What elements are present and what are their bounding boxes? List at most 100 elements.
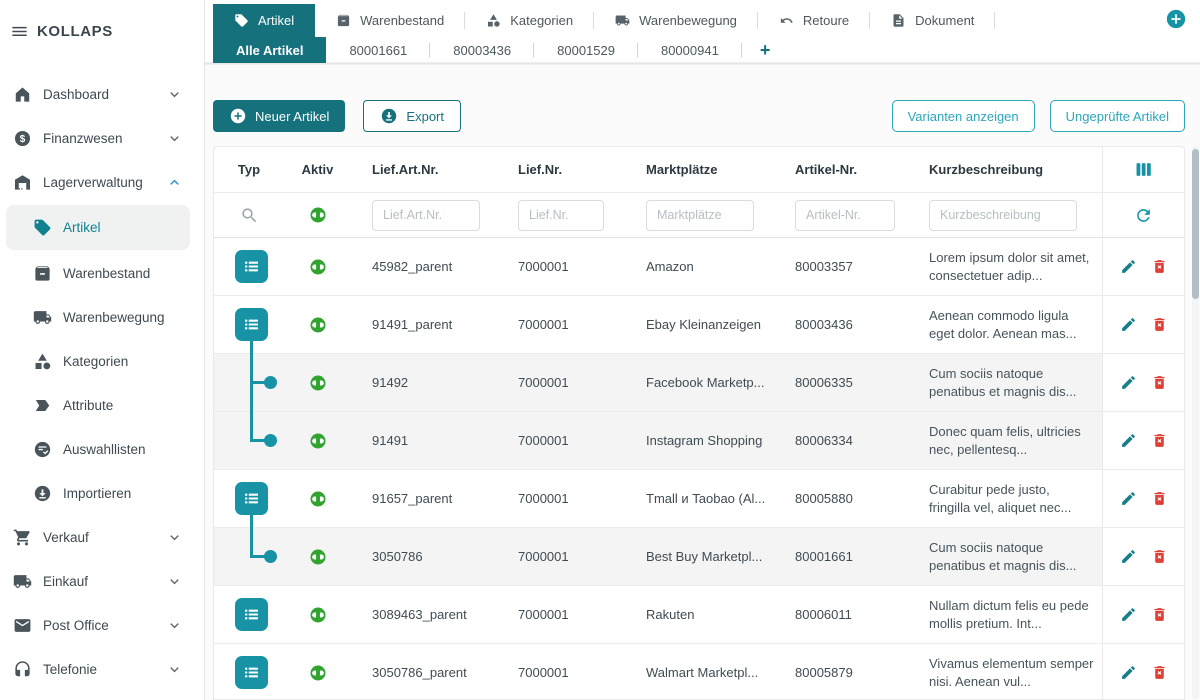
app-root: KOLLAPS Dashboard$FinanzwesenLagerverwal… (0, 0, 1200, 700)
trash-delete-icon (1151, 432, 1168, 449)
expand-variants-button[interactable] (235, 656, 268, 689)
sidebar-item-lagerverwaltung[interactable]: Lagerverwaltung (0, 160, 204, 204)
table-row: 3050786_parent7000001Walmart Marketpl...… (214, 644, 1184, 700)
delete-article-button[interactable] (1151, 606, 1168, 623)
edit-article-button[interactable] (1120, 606, 1137, 623)
sidebar-item-label: Attribute (63, 398, 113, 413)
tab-warenbestand[interactable]: Warenbestand (315, 4, 465, 37)
filter-artikel-nr-input[interactable] (795, 200, 895, 231)
cell-lief-art-nr: 3050786 (351, 548, 506, 566)
add-tab-button[interactable] (1165, 8, 1187, 30)
sidebar-item-warenbewegung[interactable]: Warenbewegung (0, 295, 204, 339)
table-header-row: TypAktivLief.Art.Nr.Lief.Nr.MarktplätzeA… (214, 147, 1184, 193)
pencil-icon (1120, 606, 1137, 623)
toolbar-left: Neuer Artikel Export (213, 100, 461, 132)
active-status-toggle[interactable] (309, 432, 327, 450)
sidebar-item-post-office[interactable]: Post Office (0, 603, 204, 647)
cell-value: 7000001 (518, 259, 569, 274)
tab-kategorien[interactable]: Kategorien (465, 4, 594, 37)
export-button[interactable]: Export (363, 100, 461, 132)
tab-retoure[interactable]: Retoure (758, 4, 870, 37)
edit-article-button[interactable] (1120, 432, 1137, 449)
active-status-toggle[interactable] (309, 548, 327, 566)
active-status-toggle[interactable] (309, 664, 327, 682)
filter-cell-artikel-nr (781, 200, 906, 231)
chevron-up-icon (162, 174, 186, 191)
filter-lief-nr-input[interactable] (518, 200, 604, 231)
filter-lief-art-nr-input[interactable] (372, 200, 480, 231)
delete-article-button[interactable] (1151, 374, 1168, 391)
column-settings-button[interactable] (1134, 160, 1153, 179)
cell-lief-nr: 7000001 (506, 606, 631, 624)
cell-value: 91657_parent (372, 491, 452, 506)
subtab-80000941[interactable]: 80000941 (638, 37, 742, 63)
sidebar-item-auswahllisten[interactable]: Auswahllisten (0, 427, 204, 471)
table-row: 91657_parent7000001Tmall и Taobao (Al...… (214, 470, 1184, 528)
trash-delete-icon (1151, 490, 1168, 507)
subtab-label: Alle Artikel (236, 43, 303, 58)
table-row: 914917000001Instagram Shopping80006334Do… (214, 412, 1184, 470)
active-status-toggle[interactable] (309, 490, 327, 508)
table-scrollbar[interactable] (1192, 146, 1199, 699)
edit-article-button[interactable] (1120, 548, 1137, 565)
sidebar-item-kategorien[interactable]: Kategorien (0, 339, 204, 383)
filter-cell-kurzbeschreibung (906, 200, 1102, 231)
delete-article-button[interactable] (1151, 490, 1168, 507)
edit-article-button[interactable] (1120, 374, 1137, 391)
add-article-tab-button[interactable]: + (742, 37, 789, 63)
edit-article-button[interactable] (1120, 316, 1137, 333)
sidebar-item-finanzwesen[interactable]: $Finanzwesen (0, 116, 204, 160)
sidebar-item-artikel[interactable]: Artikel (6, 205, 190, 250)
active-toggle-icon (309, 432, 327, 450)
delete-article-button[interactable] (1151, 258, 1168, 275)
chevron-down-icon (162, 86, 186, 103)
sidebar-item-dashboard[interactable]: Dashboard (0, 72, 204, 116)
new-article-button[interactable]: Neuer Artikel (213, 100, 345, 132)
delete-article-button[interactable] (1151, 432, 1168, 449)
sidebar-item-einkauf[interactable]: Einkauf (0, 559, 204, 603)
refresh-button[interactable] (1134, 206, 1153, 225)
expand-variants-button[interactable] (235, 250, 268, 283)
tab-dokument[interactable]: Dokument (870, 4, 995, 37)
sidebar-item-warenbestand[interactable]: Warenbestand (0, 251, 204, 295)
tab-artikel[interactable]: Artikel (213, 4, 315, 37)
sidebar-item-verkauf[interactable]: Verkauf (0, 515, 204, 559)
column-header-label: Marktplätze (646, 162, 718, 177)
filter-kurzbeschreibung-input[interactable] (929, 200, 1077, 231)
active-status-toggle[interactable] (309, 316, 327, 334)
cell-value: 7000001 (518, 375, 569, 390)
scrollbar-thumb[interactable] (1192, 149, 1199, 299)
filter-marktplatz-input[interactable] (646, 200, 754, 231)
delete-article-button[interactable] (1151, 316, 1168, 333)
cell-actions (1102, 296, 1184, 353)
active-toggle-icon (309, 316, 327, 334)
edit-article-button[interactable] (1120, 490, 1137, 507)
column-header-label: Artikel-Nr. (795, 162, 857, 177)
expand-variants-button[interactable] (235, 482, 268, 515)
show-variants-button[interactable]: Varianten anzeigen (892, 100, 1035, 132)
active-filter-toggle[interactable] (309, 206, 327, 224)
cell-kurzbeschreibung: Lorem ipsum dolor sit amet, consectetuer… (906, 249, 1102, 284)
active-status-toggle[interactable] (309, 374, 327, 392)
subtab-80001529[interactable]: 80001529 (534, 37, 638, 63)
trash-delete-icon (1151, 548, 1168, 565)
active-status-toggle[interactable] (309, 606, 327, 624)
subtab-80001661[interactable]: 80001661 (326, 37, 430, 63)
hamburger-menu-icon[interactable] (10, 22, 29, 41)
edit-article-button[interactable] (1120, 664, 1137, 681)
active-status-toggle[interactable] (309, 258, 327, 276)
unchecked-articles-button[interactable]: Ungeprüfte Artikel (1050, 100, 1185, 132)
sidebar-item-importieren[interactable]: Importieren (0, 471, 204, 515)
delete-article-button[interactable] (1151, 664, 1168, 681)
subtab-80003436[interactable]: 80003436 (430, 37, 534, 63)
sidebar-item-attribute[interactable]: Attribute (0, 383, 204, 427)
expand-variants-button[interactable] (235, 598, 268, 631)
cell-lief-nr: 7000001 (506, 316, 631, 334)
subtab-alle-artikel[interactable]: Alle Artikel (213, 37, 326, 63)
edit-article-button[interactable] (1120, 258, 1137, 275)
sidebar-item-telefonie[interactable]: Telefonie (0, 647, 204, 691)
tab-warenbewegung[interactable]: Warenbewegung (594, 4, 758, 37)
active-toggle-icon (309, 374, 327, 392)
delete-article-button[interactable] (1151, 548, 1168, 565)
expand-variants-button[interactable] (235, 308, 268, 341)
